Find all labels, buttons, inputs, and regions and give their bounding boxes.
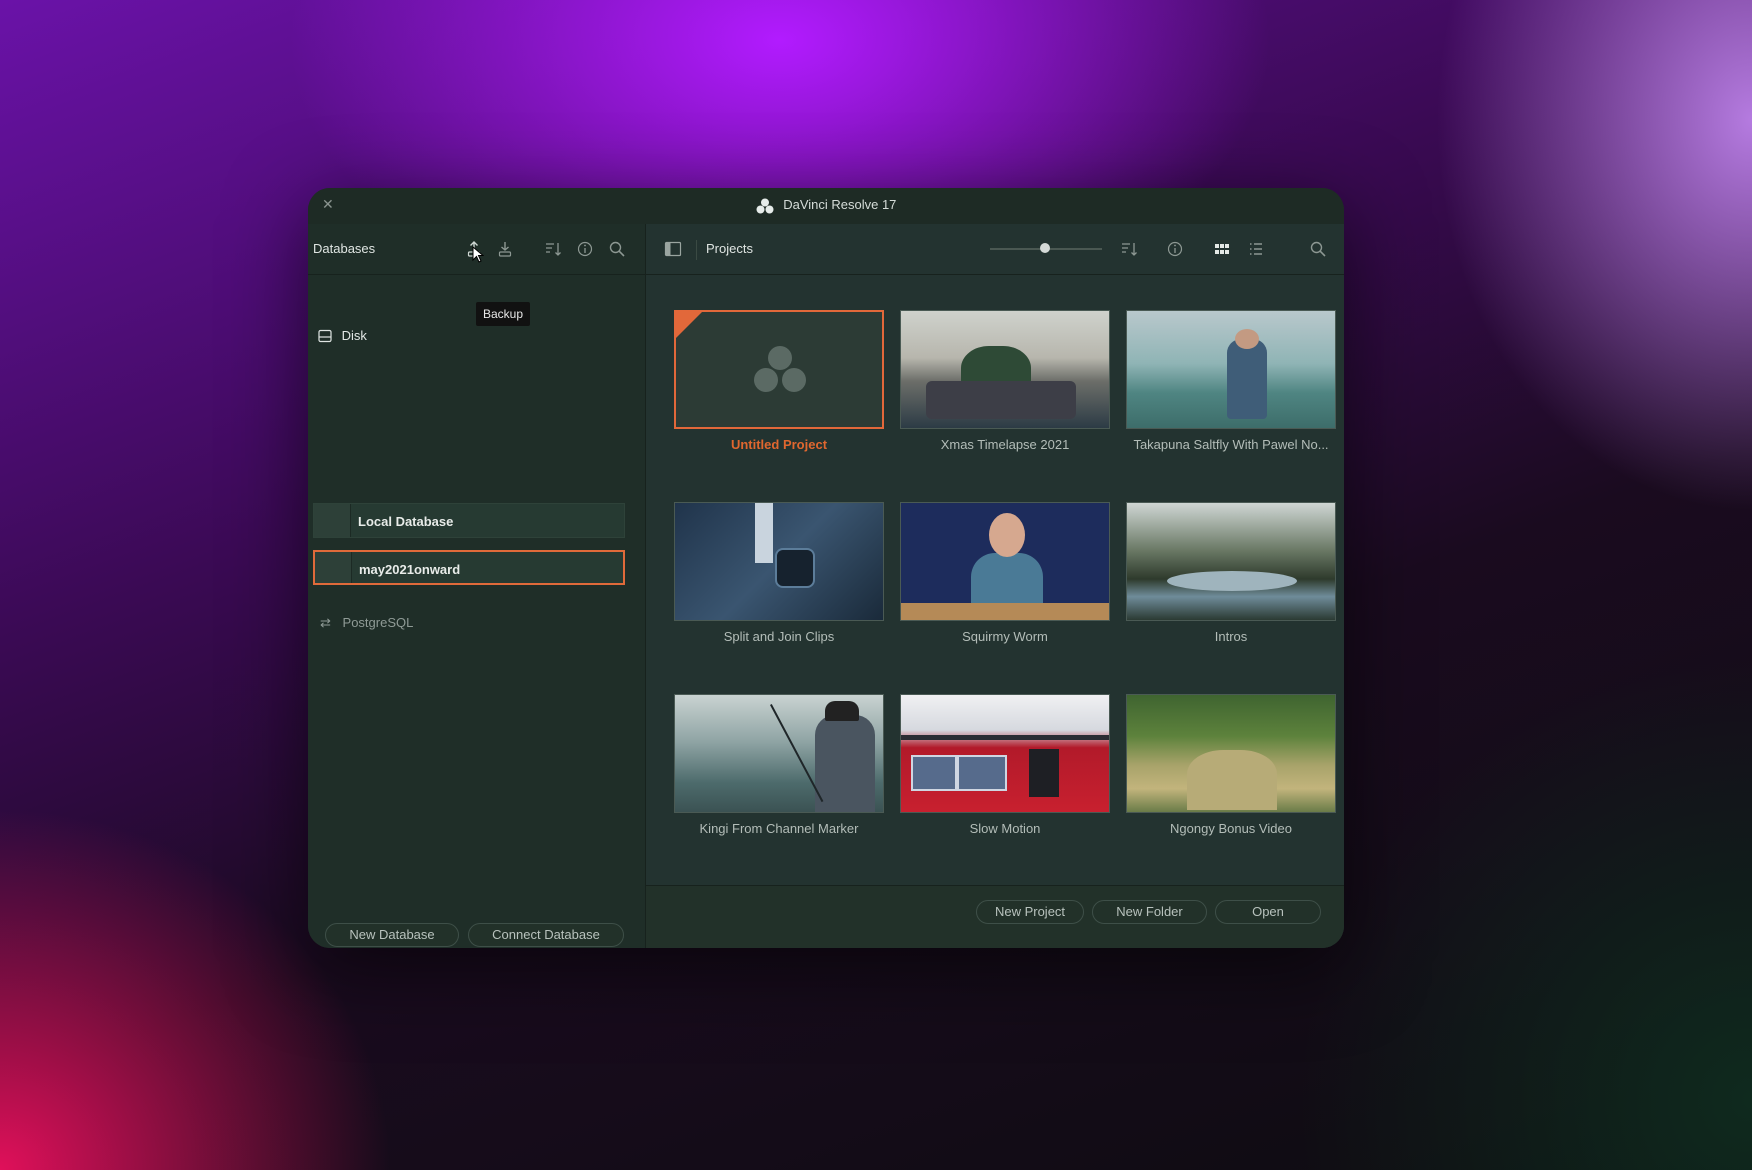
- open-button[interactable]: Open: [1215, 900, 1321, 924]
- info-icon[interactable]: [1166, 240, 1184, 258]
- project-thumbnail-sea-fisherman: [1126, 310, 1336, 429]
- project-thumbnail-smartwatch: [674, 502, 884, 621]
- disk-label: Disk: [341, 328, 367, 343]
- sort-icon[interactable]: [544, 240, 562, 258]
- sort-icon[interactable]: [1120, 240, 1138, 258]
- projects-footer: New Project New Folder Open: [646, 885, 1344, 948]
- new-folder-button[interactable]: New Folder: [1092, 900, 1207, 924]
- project-thumbnail-red-train: [900, 694, 1110, 813]
- projects-panel: Projects Untitled Project Xmas Timelapse…: [646, 224, 1344, 948]
- project-title: Takapuna Saltfly With Pawel No...: [1133, 437, 1329, 452]
- resolve-logo-icon: [756, 198, 774, 214]
- postgresql-group[interactable]: ⇄ PostgreSQL: [320, 615, 413, 631]
- restore-icon[interactable]: [496, 240, 514, 258]
- databases-sidebar: Databases Backup Disk Local Database may…: [308, 224, 646, 948]
- new-database-button[interactable]: New Database: [325, 923, 459, 947]
- database-name: may2021onward: [359, 562, 461, 577]
- info-icon[interactable]: [576, 240, 594, 258]
- database-item-may2021onward[interactable]: may2021onward: [313, 550, 625, 585]
- resolve-logo-icon: [754, 346, 806, 392]
- window-title-text: DaVinci Resolve 17: [783, 197, 897, 212]
- grid-view-icon[interactable]: [1213, 240, 1231, 258]
- connect-database-button[interactable]: Connect Database: [468, 923, 624, 947]
- projects-title: Projects: [706, 241, 753, 256]
- project-title: Squirmy Worm: [962, 629, 1048, 644]
- selected-corner-marker: [676, 312, 702, 338]
- projects-grid: Untitled Project Xmas Timelapse 2021 Tak…: [646, 275, 1344, 885]
- database-item-local[interactable]: Local Database: [313, 503, 625, 538]
- mouse-cursor-icon: [472, 246, 484, 263]
- header-divider: [696, 240, 697, 260]
- disk-icon: [318, 329, 332, 343]
- project-title: Ngongy Bonus Video: [1170, 821, 1292, 836]
- project-title: Split and Join Clips: [723, 629, 835, 644]
- disk-group-header: Disk: [318, 328, 367, 343]
- projects-header: Projects: [646, 224, 1344, 275]
- project-title: Kingi From Channel Marker: [699, 821, 859, 836]
- title-bar: ✕ DaVinci Resolve 17: [308, 188, 1344, 224]
- list-view-icon[interactable]: [1247, 240, 1265, 258]
- database-thumbnail: [315, 552, 352, 583]
- database-thumbnail: [314, 504, 351, 537]
- search-icon[interactable]: [608, 240, 626, 258]
- databases-title: Databases: [313, 241, 376, 256]
- project-thumbnail-man-blue-wall: [900, 502, 1110, 621]
- project-thumbnail-river-trees: [1126, 502, 1336, 621]
- connect-arrows-icon: ⇄: [320, 615, 331, 630]
- toggle-sidebar-icon[interactable]: [664, 240, 682, 258]
- project-title: Slow Motion: [969, 821, 1041, 836]
- postgresql-label: PostgreSQL: [342, 615, 414, 630]
- project-title: Xmas Timelapse 2021: [940, 437, 1070, 452]
- window-title: DaVinci Resolve 17: [308, 197, 1344, 214]
- new-project-button[interactable]: New Project: [976, 900, 1084, 924]
- backup-tooltip: Backup: [476, 302, 531, 326]
- project-thumbnail-living-room: [900, 310, 1110, 429]
- slider-thumb[interactable]: [1040, 243, 1050, 253]
- project-thumbnail: [674, 310, 884, 429]
- project-title: Untitled Project: [730, 437, 828, 452]
- project-thumbnail-green-stream: [1126, 694, 1336, 813]
- database-name: Local Database: [358, 514, 454, 529]
- project-thumbnail-fishing-rod: [674, 694, 884, 813]
- search-icon[interactable]: [1309, 240, 1327, 258]
- project-title: Intros: [1214, 629, 1248, 644]
- resolve-project-manager-window: ✕ DaVinci Resolve 17 Databases Backup Di…: [308, 188, 1344, 948]
